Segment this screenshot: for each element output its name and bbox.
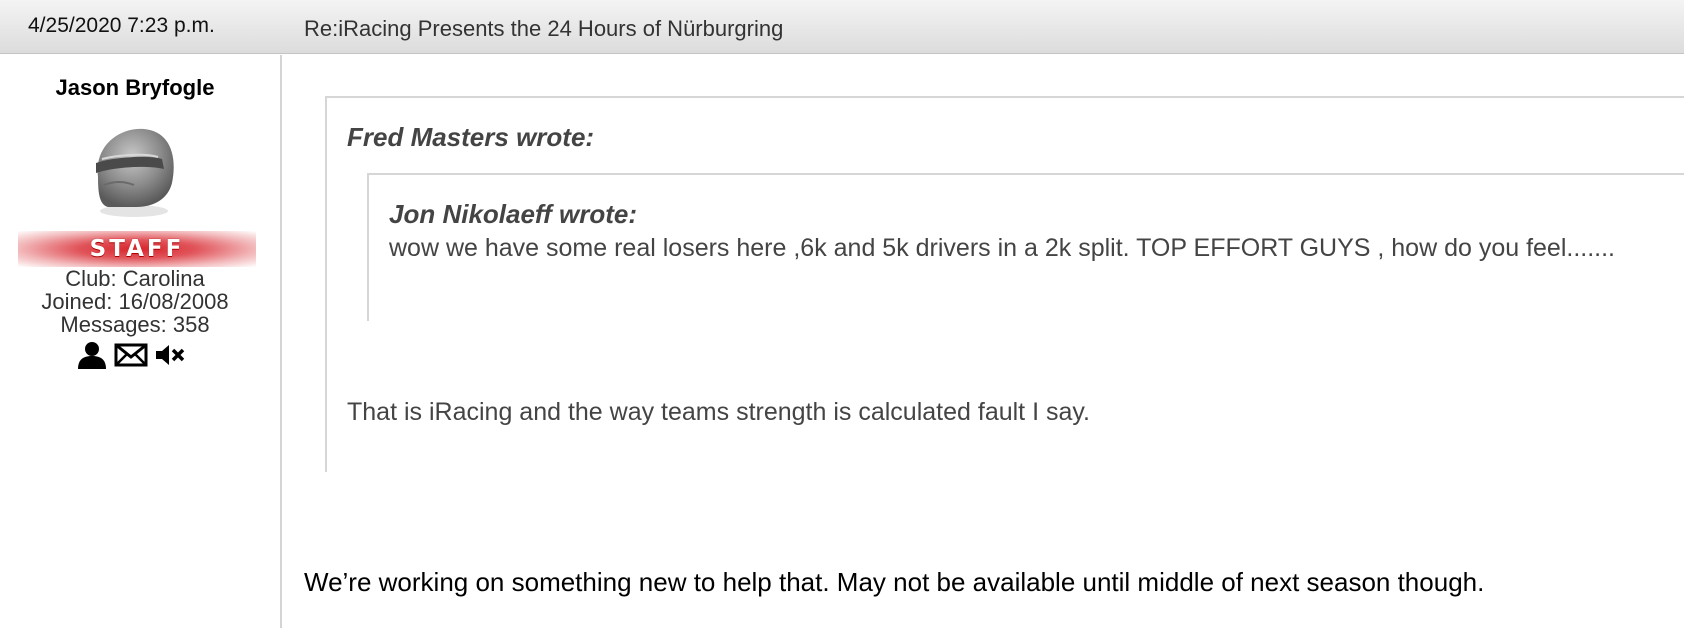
nested-quote-block: Jon Nikolaeff wrote: wow we have some re… <box>367 173 1684 321</box>
profile-icon[interactable] <box>76 341 108 374</box>
mute-icon[interactable] <box>154 342 186 373</box>
author-messages: Messages: 358 <box>60 312 210 337</box>
post-header-bar: 4/25/2020 7:23 p.m. Re:iRacing Presents … <box>0 0 1684 54</box>
envelope-icon[interactable] <box>114 342 148 373</box>
nested-quote-text: wow we have some real losers here ,6k an… <box>389 234 1616 262</box>
helmet-icon <box>96 128 174 217</box>
post-content: Fred Masters wrote: Jon Nikolaeff wrote:… <box>282 55 1684 628</box>
staff-badge-label: STAFF <box>89 236 185 262</box>
author-name[interactable]: Jason Bryfogle <box>0 75 270 101</box>
author-panel: Jason Bryfogle STAFF Club: Carolina Join… <box>0 55 282 628</box>
quote-block: Fred Masters wrote: Jon Nikolaeff wrote:… <box>325 96 1684 472</box>
nested-quote-author-header: Jon Nikolaeff wrote: <box>389 199 638 229</box>
staff-badge: STAFF <box>18 231 256 267</box>
post-body-text: We’re working on something new to help t… <box>304 567 1485 597</box>
avatar[interactable] <box>84 125 184 221</box>
post-title[interactable]: Re:iRacing Presents the 24 Hours of Nürb… <box>304 16 783 42</box>
quote-text: That is iRacing and the way teams streng… <box>347 398 1090 426</box>
quote-author-header: Fred Masters wrote: <box>347 122 595 152</box>
author-actions <box>76 341 196 374</box>
post-date: 4/25/2020 7:23 p.m. <box>28 14 215 37</box>
